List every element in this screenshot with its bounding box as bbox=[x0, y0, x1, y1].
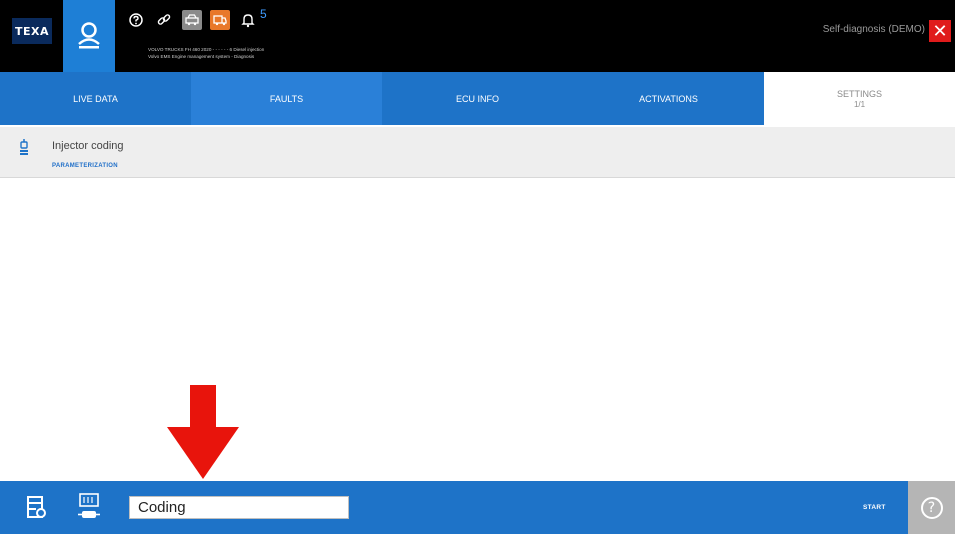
truck-icon[interactable] bbox=[210, 10, 230, 30]
vehicle-info: VOLVO TRUCKS FH 460 2020 - - - - - - 6 D… bbox=[148, 47, 368, 60]
tab-label: LIVE DATA bbox=[73, 93, 118, 104]
top-bar: TEXA 5 VOLVO TRUCKS FH 460 2020 - - - - … bbox=[0, 0, 955, 72]
procedure-title: Injector coding bbox=[52, 140, 124, 152]
procedure-search-icon[interactable] bbox=[26, 495, 48, 521]
user-profile-button[interactable] bbox=[63, 0, 115, 72]
top-toolbar: 5 bbox=[126, 6, 267, 34]
texa-logo: TEXA bbox=[12, 18, 52, 44]
engine-icon bbox=[20, 139, 28, 155]
vehicle-info-line2: Volvo EMS Engine management system - Dia… bbox=[148, 53, 255, 59]
procedure-search-input[interactable] bbox=[129, 496, 349, 519]
help-icon: ? bbox=[920, 496, 943, 519]
car-icon[interactable] bbox=[182, 10, 202, 30]
bell-icon[interactable] bbox=[238, 10, 258, 30]
tab-label: ACTIVATIONS bbox=[639, 93, 698, 104]
tab-label: SETTINGS bbox=[836, 88, 882, 99]
user-profile-icon bbox=[78, 22, 100, 49]
tab-live-data[interactable]: LIVE DATA bbox=[0, 72, 191, 125]
tab-label: FAULTS bbox=[269, 93, 304, 104]
tab-settings[interactable]: SETTINGS 1/1 bbox=[764, 72, 955, 125]
notification-count: 5 bbox=[260, 7, 267, 21]
procedure-list-item[interactable]: Injector coding PARAMETERIZATION bbox=[0, 127, 955, 178]
mode-label: Self-diagnosis (DEMO) bbox=[822, 24, 925, 35]
red-down-arrow-annotation bbox=[167, 385, 239, 479]
ecu-connector-icon[interactable] bbox=[76, 492, 102, 522]
procedure-category: PARAMETERIZATION bbox=[52, 163, 118, 169]
tab-bar: LIVE DATA FAULTS ECU INFO ACTIVATIONS SE… bbox=[0, 72, 955, 125]
tab-faults[interactable]: FAULTS bbox=[191, 72, 382, 125]
bottom-bar: START bbox=[0, 481, 908, 534]
close-button[interactable]: ✕ bbox=[929, 20, 951, 42]
tab-page-indicator: 1/1 bbox=[853, 99, 866, 109]
link-icon[interactable] bbox=[154, 10, 174, 30]
tab-label: ECU INFO bbox=[455, 93, 499, 104]
start-button[interactable]: START bbox=[863, 504, 886, 511]
help-button[interactable]: ? bbox=[908, 481, 955, 534]
tab-ecu-info[interactable]: ECU INFO bbox=[382, 72, 573, 125]
question-icon[interactable] bbox=[126, 10, 146, 30]
tab-activations[interactable]: ACTIVATIONS bbox=[573, 72, 764, 125]
